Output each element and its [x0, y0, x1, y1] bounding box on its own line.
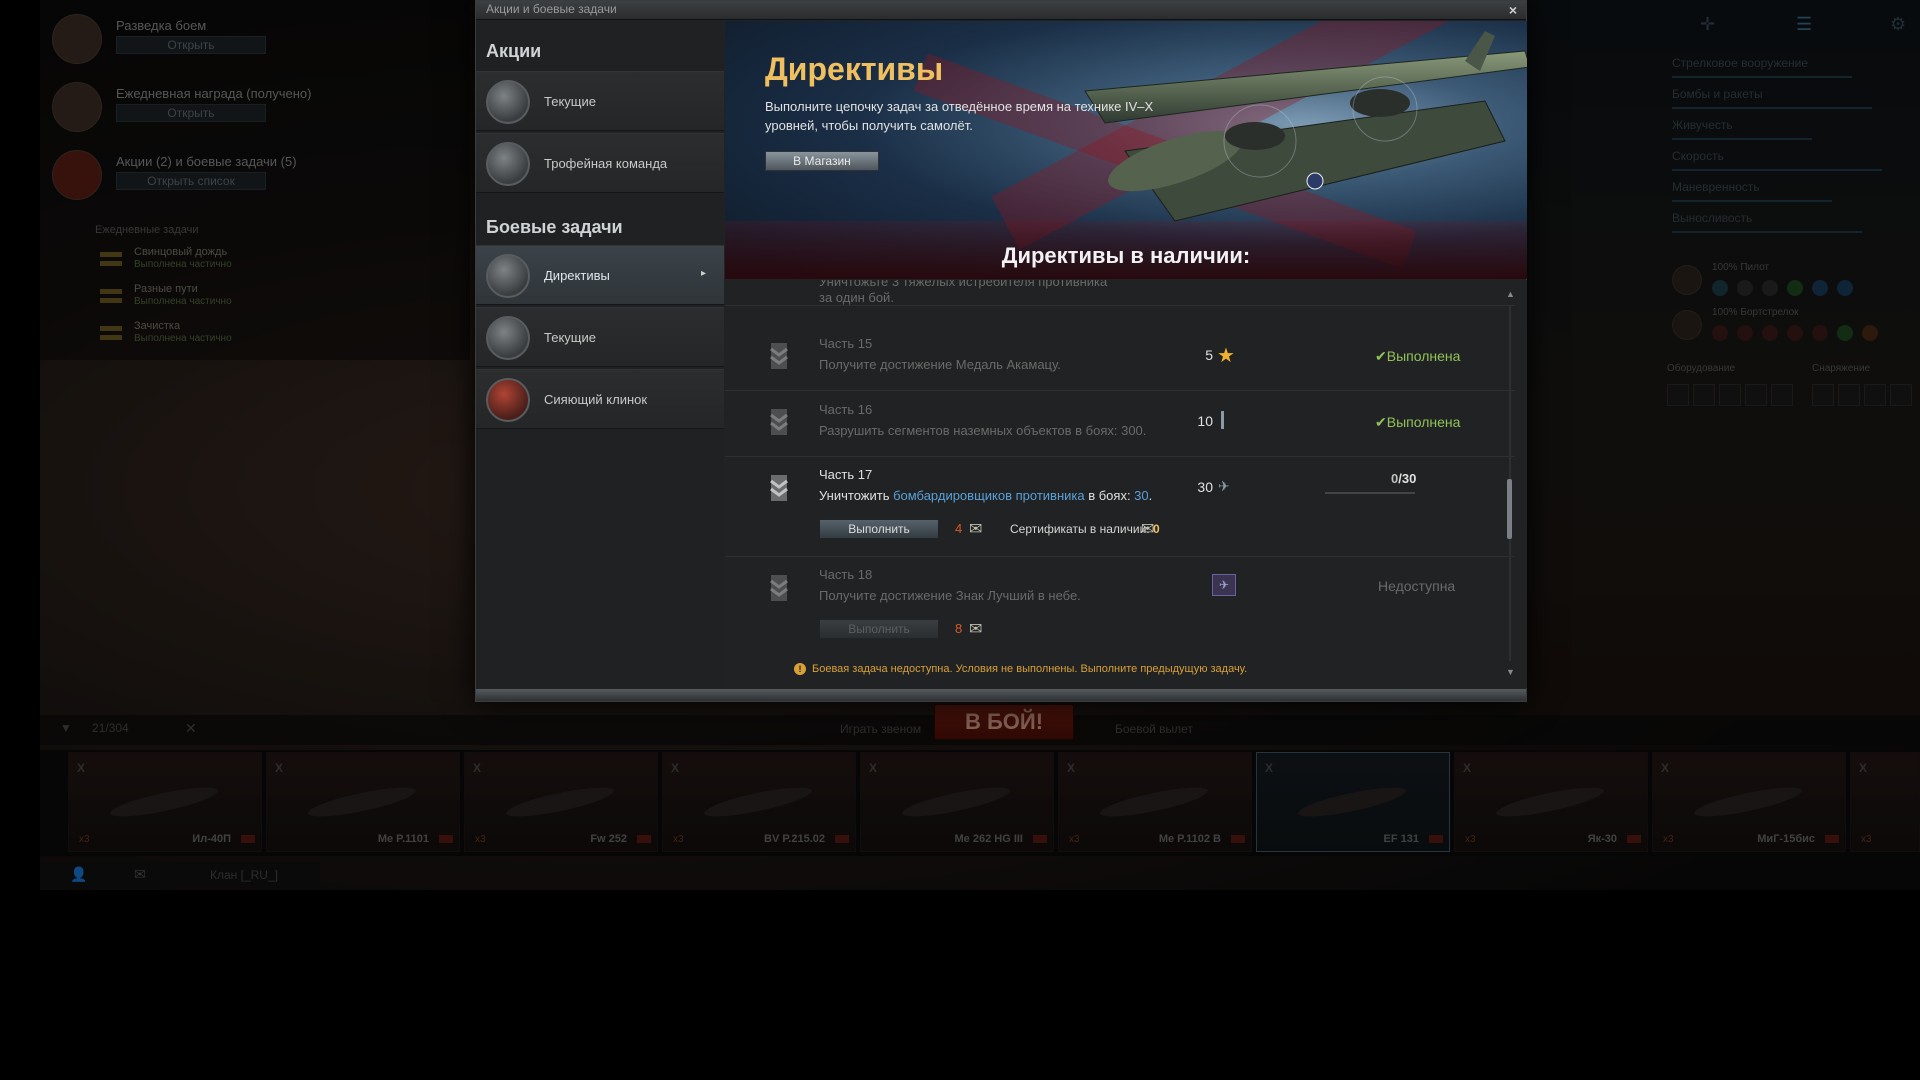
- task-unavailable-warning: ! Боевая задача недоступна. Условия не вы…: [794, 663, 1247, 675]
- banner-subtitle: Директивы в наличии:: [1001, 243, 1251, 268]
- task-desc-text: в боях:: [1084, 488, 1135, 503]
- document-emblem-icon: [486, 142, 530, 186]
- task-status-unavailable: Недоступна: [1378, 578, 1456, 594]
- scroll-up-arrow[interactable]: ▲: [1506, 289, 1515, 299]
- lancaster-bomber-illustration: [1084, 31, 1527, 222]
- task-status: ✔Выполнена: [1375, 348, 1460, 365]
- task-part-label: Часть 18: [819, 567, 873, 582]
- cert-label-text: Сертификаты в наличии:: [1010, 522, 1150, 536]
- task-description: Разрушить сегментов наземных объектов в …: [819, 423, 1147, 438]
- execute-button-disabled[interactable]: Выполнить: [819, 619, 939, 639]
- reward-count: 10: [1197, 413, 1213, 429]
- task-part-label: Часть 15: [819, 336, 873, 351]
- check-icon: ✔: [1375, 348, 1387, 364]
- directives-banner: Директивы Выполните цепочку задач за отв…: [725, 21, 1527, 279]
- task-row-part-15[interactable]: Часть 15 Получите достижение Медаль Акам…: [725, 325, 1515, 391]
- sidebar-item-label: Трофейная команда: [544, 156, 668, 171]
- promotions-header: Акции: [486, 41, 542, 61]
- task-description: Уничтожить бомбардировщиков противника в…: [819, 488, 1152, 503]
- rank-chevron-icon: [770, 409, 788, 435]
- dialog-title: Акции и боевые задачи: [486, 2, 617, 16]
- progress-counter: 0/30: [1391, 471, 1416, 486]
- task-part-label: Часть 16: [819, 402, 873, 417]
- task-target-number: 30: [1134, 488, 1149, 503]
- warning-text: Боевая задача недоступна. Условия не вып…: [812, 663, 1248, 675]
- task-row-partial: Уничтожьте 3 тяжёлых истребителя противн…: [725, 280, 1515, 306]
- status-text: Выполнена: [1386, 414, 1461, 430]
- rank-chevron-icon: [770, 343, 788, 369]
- sidebar-item-label: Текущие: [544, 330, 596, 345]
- sidebar-item-label: Сияющий клинок: [544, 392, 648, 407]
- directives-task-list: Уничтожьте 3 тяжёлых истребителя противн…: [725, 280, 1527, 688]
- to-shop-button[interactable]: В Магазин: [765, 151, 879, 171]
- sidebar-item-directives[interactable]: Директивы ▸: [476, 245, 724, 305]
- progress-total: /30: [1398, 471, 1417, 486]
- info-icon: !: [794, 663, 806, 675]
- task-desc-text: Уничтожить: [819, 488, 894, 503]
- task-row-part-17[interactable]: Часть 17 Уничтожить бомбардировщиков про…: [725, 457, 1515, 557]
- promotions-tasks-dialog: Акции и боевые задачи × Акции Текущие Тр…: [475, 0, 1527, 702]
- scroll-thumb[interactable]: [1507, 479, 1512, 539]
- certificate-icon: ✉: [969, 521, 983, 538]
- sidebar-item-label: Текущие: [544, 94, 596, 109]
- certificate-icon: ✉: [969, 621, 983, 638]
- dialog-sidebar: Акции Текущие Трофейная команда Боевые з…: [476, 21, 724, 687]
- reward-count: 5: [1205, 347, 1213, 363]
- scroll-down-arrow[interactable]: ▼: [1506, 667, 1515, 677]
- task-row-part-16[interactable]: Часть 16 Разрушить сегментов наземных об…: [725, 391, 1515, 457]
- task-part-label: Часть 17: [819, 467, 873, 482]
- plane-emblem-icon: [486, 80, 530, 124]
- combat-tasks-header: Боевые задачи: [486, 217, 623, 237]
- execute-button[interactable]: Выполнить: [819, 519, 939, 539]
- task-desc-text: .: [1148, 488, 1153, 503]
- sidebar-item-shining-blade[interactable]: Сияющий клинок: [476, 369, 724, 429]
- plane-reward-icon: ✈: [1218, 478, 1230, 494]
- bomb-icon: [1221, 411, 1224, 429]
- progress-bar-track: [1325, 492, 1415, 494]
- banner-description: Выполните цепочку задач за отведённое вр…: [765, 99, 1154, 133]
- sidebar-item-promo-current[interactable]: Текущие: [476, 71, 724, 131]
- banner-title: Директивы: [765, 51, 944, 87]
- sidebar-item-label: Директивы: [544, 268, 610, 283]
- certificate-cost: 8: [955, 621, 963, 636]
- task-row-part-18[interactable]: Часть 18 Получите достижение Знак Лучший…: [725, 557, 1515, 657]
- dialog-titlebar: Акции и боевые задачи ×: [476, 1, 1526, 20]
- star-icon: ★: [1217, 345, 1235, 367]
- document-emblem-icon: [486, 316, 530, 360]
- task-description: Уничтожьте 3 тяжёлых истребителя противн…: [819, 280, 1108, 305]
- certificate-icon: ✉: [1141, 521, 1155, 538]
- plane-emblem-icon: [486, 254, 530, 298]
- certificates-available: Сертификаты в наличии: 0: [1010, 522, 1160, 536]
- plane-badge-icon: ✈: [1212, 574, 1236, 596]
- blade-emblem-icon: [486, 378, 530, 422]
- sidebar-item-trophy-team[interactable]: Трофейная команда: [476, 133, 724, 193]
- task-description: Получите достижение Знак Лучший в небе.: [819, 588, 1081, 603]
- chevron-right-icon: ▸: [700, 268, 706, 279]
- rank-chevron-icon: [770, 575, 788, 601]
- bombers-link[interactable]: бомбардировщиков противника: [893, 488, 1085, 503]
- task-status: ✔Выполнена: [1375, 414, 1460, 431]
- close-button[interactable]: ×: [1504, 2, 1522, 18]
- rank-chevron-icon: [770, 475, 788, 501]
- check-icon: ✔: [1375, 414, 1387, 430]
- task-description: Получите достижение Медаль Акамацу.: [819, 357, 1061, 372]
- task-list-scrollbar[interactable]: ▲ ▼: [1506, 289, 1515, 679]
- certificate-cost: 4: [955, 521, 963, 536]
- reward-count: 30: [1197, 479, 1213, 495]
- status-text: Выполнена: [1386, 348, 1461, 364]
- sidebar-item-tasks-current[interactable]: Текущие: [476, 307, 724, 367]
- dialog-footer: [476, 689, 1526, 701]
